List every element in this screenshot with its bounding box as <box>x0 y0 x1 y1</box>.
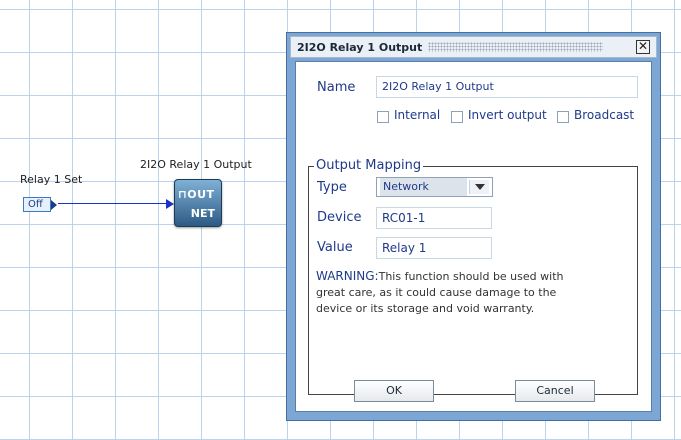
internal-label: Internal <box>394 108 441 122</box>
broadcast-label: Broadcast <box>574 108 635 122</box>
dialog-content: Name 2I2O Relay 1 Output Internal Invert… <box>295 61 652 412</box>
chevron-down-icon[interactable] <box>469 180 489 194</box>
type-select-value: Network <box>380 178 467 196</box>
connection-wire[interactable] <box>58 203 168 204</box>
node-subtitle: NET <box>190 207 215 220</box>
invert-output-label: Invert output <box>468 108 547 122</box>
warning-text: WARNING:This function should be used wit… <box>316 268 586 317</box>
device-label: Device <box>317 210 362 225</box>
name-field[interactable]: 2I2O Relay 1 Output <box>376 76 638 98</box>
invert-output-checkbox[interactable] <box>451 111 463 123</box>
device-field[interactable]: RC01-1 <box>376 207 492 229</box>
type-select[interactable]: Network <box>376 177 493 197</box>
node-title: ⊓OUT <box>178 188 215 201</box>
dialog-titlebar[interactable]: 2I2O Relay 1 Output ✕ <box>290 36 657 58</box>
input-node-relay-1-set[interactable]: Off <box>23 197 57 212</box>
ok-button[interactable]: OK <box>354 380 434 402</box>
cancel-button[interactable]: Cancel <box>515 380 595 402</box>
output-mapping-legend: Output Mapping <box>314 158 424 173</box>
connection-arrow-icon <box>166 199 174 209</box>
warning-head: WARNING: <box>316 269 379 283</box>
network-output-node[interactable]: ⊓OUT NET <box>174 179 222 227</box>
output-node-label: 2I2O Relay 1 Output <box>140 158 252 171</box>
value-label: Value <box>317 240 353 255</box>
value-field[interactable]: Relay 1 <box>376 237 492 259</box>
type-label: Type <box>317 180 347 195</box>
dialog-title: 2I2O Relay 1 Output <box>297 41 423 54</box>
close-icon[interactable]: ✕ <box>636 40 650 54</box>
titlebar-grip <box>428 42 603 52</box>
input-node-label: Relay 1 Set <box>20 173 83 186</box>
name-label: Name <box>317 80 356 95</box>
broadcast-checkbox[interactable] <box>557 111 569 123</box>
output-properties-dialog: 2I2O Relay 1 Output ✕ Name 2I2O Relay 1 … <box>286 32 661 421</box>
internal-checkbox[interactable] <box>377 111 389 123</box>
